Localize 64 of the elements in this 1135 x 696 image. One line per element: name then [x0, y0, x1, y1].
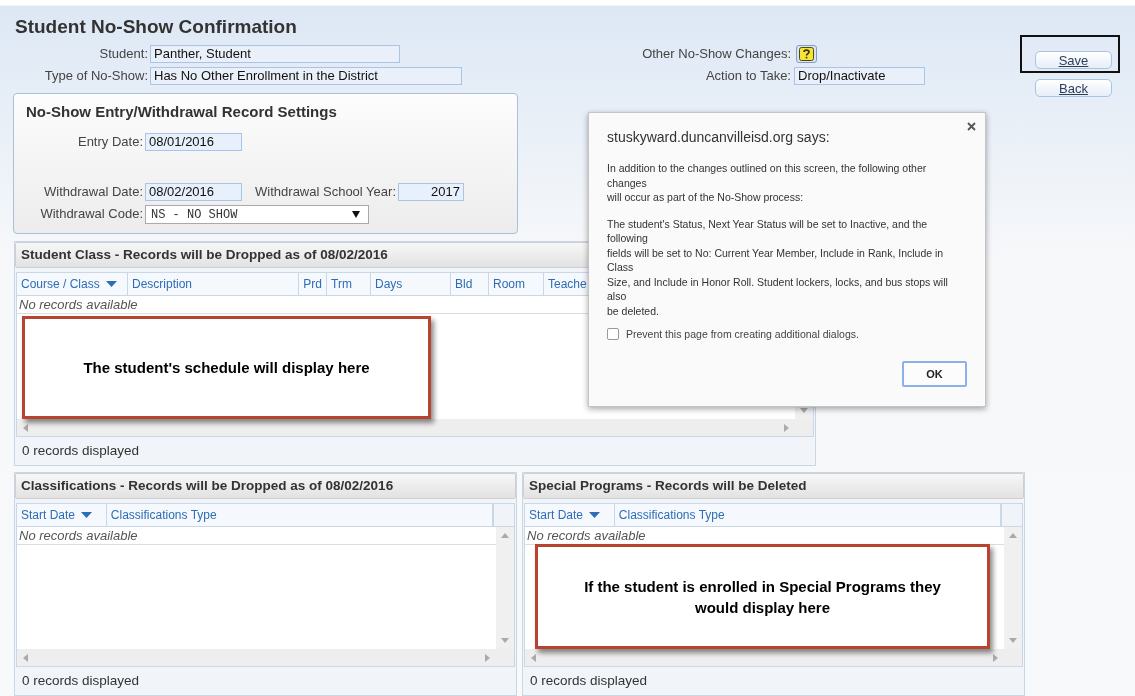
- student-field[interactable]: Panther, Student: [150, 45, 400, 63]
- records-count: 0 records displayed: [529, 672, 649, 690]
- panel-title: Classifications - Records will be Dropped as of 08/02/2016: [15, 473, 516, 499]
- entry-date-field[interactable]: 08/01/2016: [145, 133, 242, 151]
- column-header[interactable]: Prd: [299, 273, 327, 295]
- scroll-left-icon[interactable]: [23, 423, 28, 432]
- column-header[interactable]: Bld: [451, 273, 489, 295]
- school-year-field[interactable]: 2017: [398, 183, 464, 201]
- close-icon: [967, 122, 976, 131]
- scroll-right-icon[interactable]: [485, 653, 490, 662]
- scroll-down-icon[interactable]: [1009, 638, 1017, 643]
- checkbox[interactable]: [607, 328, 619, 340]
- records-count: 0 records displayed: [21, 672, 141, 690]
- column-header[interactable]: Description: [128, 273, 299, 295]
- field-label: Type of No-Show:: [43, 67, 148, 85]
- column-header[interactable]: Start Date: [17, 504, 107, 526]
- column-header[interactable]: Days: [371, 273, 451, 295]
- horizontal-scrollbar[interactable]: [17, 419, 813, 436]
- group-title: No-Show Entry/Withdrawal Record Settings: [26, 103, 338, 121]
- withdrawal-date-field[interactable]: 08/02/2016: [145, 183, 242, 201]
- field-label: Withdrawal Code:: [39, 205, 143, 223]
- sort-down-icon: [105, 281, 117, 287]
- empty-message: No records available: [17, 527, 496, 545]
- column-header[interactable]: Course / Class: [17, 273, 128, 295]
- panel-title: Special Programs - Records will be Deleted: [523, 473, 1024, 499]
- scroll-right-icon[interactable]: [993, 653, 998, 662]
- vertical-scrollbar[interactable]: [1004, 527, 1022, 649]
- dialog-message: In addition to the changes outlined on this screen, the following other changes will occur as part of the No-Show process:: [607, 161, 928, 205]
- horizontal-scrollbar[interactable]: [525, 649, 1022, 666]
- scroll-right-icon[interactable]: [784, 423, 789, 432]
- dialog-title: stuskyward.duncanvilleisd.org says:: [607, 129, 831, 147]
- save-button[interactable]: Save: [1035, 51, 1112, 69]
- sort-down-icon: [81, 512, 93, 518]
- horizontal-scrollbar[interactable]: [17, 649, 514, 666]
- vertical-scrollbar[interactable]: [496, 527, 514, 649]
- action-field[interactable]: Drop/Inactivate: [794, 67, 925, 85]
- scroll-left-icon[interactable]: [531, 653, 536, 662]
- column-header[interactable]: Trm: [327, 273, 371, 295]
- scroll-down-icon[interactable]: [501, 638, 509, 643]
- field-label: Other No-Show Changes:: [641, 45, 791, 63]
- column-header[interactable]: Room: [489, 273, 544, 295]
- caret-icon: [352, 211, 360, 218]
- field-label: Withdrawal School Year:: [254, 183, 396, 201]
- withdrawal-code-select[interactable]: NS - NO SHOW: [145, 205, 369, 224]
- sort-down-icon: [589, 512, 601, 518]
- no-show-type-field[interactable]: Has No Other Enrollment in the District: [150, 67, 462, 85]
- page-title: Student No-Show Confirmation: [14, 15, 298, 39]
- checkbox-label: Prevent this page from creating additional dialogs.: [626, 328, 859, 340]
- field-label: Action to Take:: [704, 67, 791, 85]
- close-button[interactable]: [967, 122, 976, 131]
- scroll-left-icon[interactable]: [23, 653, 28, 662]
- annotation-callout: The student's schedule will display here: [22, 316, 431, 419]
- help-button[interactable]: [796, 45, 817, 63]
- scroll-up-icon[interactable]: [501, 533, 509, 538]
- field-label: Withdrawal Date:: [43, 183, 143, 201]
- scroll-up-icon[interactable]: [1009, 533, 1017, 538]
- back-button[interactable]: Back: [1035, 79, 1112, 97]
- annotation-callout: If the student is enrolled in Special Programs they would display here: [535, 544, 990, 649]
- column-header[interactable]: Start Date: [525, 504, 615, 526]
- records-count: 0 records displayed: [21, 442, 141, 460]
- question-mark-icon: [799, 47, 814, 61]
- field-label: Entry Date:: [76, 133, 143, 151]
- ok-button[interactable]: OK: [902, 361, 967, 387]
- field-label: Student:: [98, 45, 148, 63]
